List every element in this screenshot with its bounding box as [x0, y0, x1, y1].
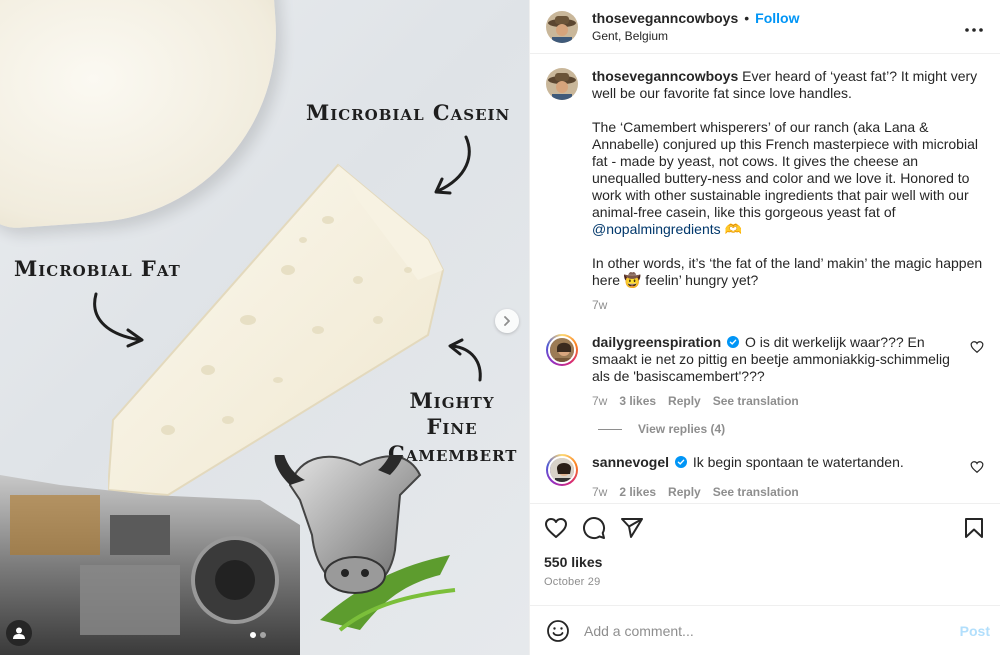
arrow-casein-icon	[434, 135, 471, 195]
more-options-icon[interactable]	[962, 16, 986, 37]
caption-paragraph-2: The ‘Camembert whisperers’ of our ranch …	[592, 119, 984, 238]
comment-item: sannevogel Ik begin spontaan te watertan…	[546, 454, 984, 501]
action-icons	[544, 516, 986, 540]
caption: thoseveganncowboys Ever heard of ‘yeast …	[546, 68, 984, 314]
cowboy-avatar-icon	[546, 10, 578, 43]
reply-button[interactable]: Reply	[668, 393, 701, 410]
mention-link[interactable]: @nopalmingredients	[592, 221, 721, 237]
carousel-dot	[260, 632, 266, 638]
caption-body: thoseveganncowboys Ever heard of ‘yeast …	[592, 68, 984, 314]
share-icon[interactable]	[620, 516, 644, 540]
comment-time[interactable]: 7w	[592, 484, 607, 501]
comment-username[interactable]: sannevogel	[592, 454, 669, 470]
caption-emoji: 🫶	[724, 221, 742, 237]
arrow-fat-icon	[93, 292, 144, 348]
post-actions: 550 likes October 29	[530, 503, 1000, 605]
author-username[interactable]: thoseveganncowboys	[592, 10, 738, 26]
post-header: thoseveganncowboys • Follow Gent, Belgiu…	[530, 0, 1000, 54]
comment-content: dailygreenspiration O is dit werkelijk w…	[592, 334, 970, 385]
annotation-microbial-fat: Microbial Fat	[14, 256, 181, 281]
view-replies-label: View replies (4)	[638, 422, 726, 436]
see-translation-button[interactable]: See translation	[713, 484, 799, 501]
header-info: thoseveganncowboys • Follow Gent, Belgiu…	[592, 10, 962, 43]
post-comment-button[interactable]: Post	[960, 623, 990, 639]
header-line: thoseveganncowboys • Follow	[592, 10, 962, 26]
reply-button[interactable]: Reply	[668, 484, 701, 501]
comment-body: dailygreenspiration O is dit werkelijk w…	[592, 334, 970, 410]
emoji-icon[interactable]	[546, 619, 570, 643]
user-tag-icon	[13, 627, 25, 639]
comment-text: Ik begin spontaan te watertanden.	[692, 454, 904, 470]
person-avatar-icon	[550, 338, 574, 362]
heart-icon[interactable]	[544, 516, 568, 540]
comment-body: sannevogel Ik begin spontaan te watertan…	[592, 454, 970, 501]
caption-avatar[interactable]	[546, 68, 578, 100]
post-details-panel: thoseveganncowboys • Follow Gent, Belgiu…	[529, 0, 1000, 655]
comment-likes[interactable]: 2 likes	[619, 484, 656, 501]
commenter-avatar[interactable]	[546, 454, 578, 486]
avatar-inner	[548, 336, 576, 364]
comment-content: sannevogel Ik begin spontaan te watertan…	[592, 454, 970, 471]
see-translation-button[interactable]: See translation	[713, 393, 799, 410]
arrow-camembert-icon	[448, 338, 482, 382]
like-comment-heart-icon[interactable]	[970, 460, 984, 474]
comment-username[interactable]: dailygreenspiration	[592, 334, 721, 350]
tagged-users-button[interactable]	[6, 620, 32, 646]
comment-item: dailygreenspiration O is dit werkelijk w…	[546, 334, 984, 410]
avatar-inner	[548, 456, 576, 484]
separator-dot: •	[744, 10, 750, 26]
caption-time[interactable]: 7w	[592, 297, 607, 314]
post-modal: Microbial Casein Microbial Fat Mighty Fi…	[0, 0, 1000, 655]
likes-count[interactable]: 550 likes	[544, 554, 986, 570]
comment-icon[interactable]	[582, 516, 606, 540]
person-avatar-icon	[550, 458, 574, 482]
caption-meta: 7w	[592, 297, 984, 314]
comment-meta: 7w 2 likes Reply See translation	[592, 484, 970, 501]
follow-button[interactable]: Follow	[755, 10, 799, 26]
verified-badge-icon	[727, 336, 740, 348]
commenter-avatar[interactable]	[546, 334, 578, 366]
comment-input[interactable]	[584, 622, 960, 639]
annotation-line-1: Mighty Fine	[409, 388, 495, 440]
comment-likes[interactable]: 3 likes	[619, 393, 656, 410]
next-slide-button[interactable]	[495, 309, 519, 333]
carousel-indicator	[250, 632, 266, 638]
chevron-right-icon	[504, 316, 510, 326]
verified-badge-icon	[674, 456, 687, 468]
view-replies-button[interactable]: View replies (4)	[598, 422, 984, 436]
caption-username[interactable]: thoseveganncowboys	[592, 68, 738, 84]
comment-meta: 7w 3 likes Reply See translation	[592, 393, 970, 410]
ellipsis-icon	[965, 28, 983, 32]
like-comment-heart-icon[interactable]	[970, 340, 984, 354]
caption-text-2: The ‘Camembert whisperers’ of our ranch …	[592, 119, 978, 220]
comment-time[interactable]: 7w	[592, 393, 607, 410]
author-avatar[interactable]	[546, 10, 578, 43]
post-location[interactable]: Gent, Belgium	[592, 29, 962, 43]
caption-paragraph-3: In other words, it’s ‘the fat of the lan…	[592, 255, 983, 288]
mechanical-cow-image	[0, 455, 456, 655]
post-date: October 29	[544, 576, 601, 588]
view-replies-line	[598, 428, 622, 430]
carousel-dot-active	[250, 632, 256, 638]
bookmark-icon[interactable]	[962, 516, 986, 540]
cowboy-avatar-icon	[546, 68, 578, 100]
caption-paragraph-1: thoseveganncowboys Ever heard of ‘yeast …	[592, 68, 984, 102]
comments-section[interactable]: thoseveganncowboys Ever heard of ‘yeast …	[530, 54, 1000, 503]
annotation-microbial-casein: Microbial Casein	[306, 100, 511, 125]
post-media[interactable]: Microbial Casein Microbial Fat Mighty Fi…	[0, 0, 529, 655]
add-comment-bar: Post	[530, 605, 1000, 655]
